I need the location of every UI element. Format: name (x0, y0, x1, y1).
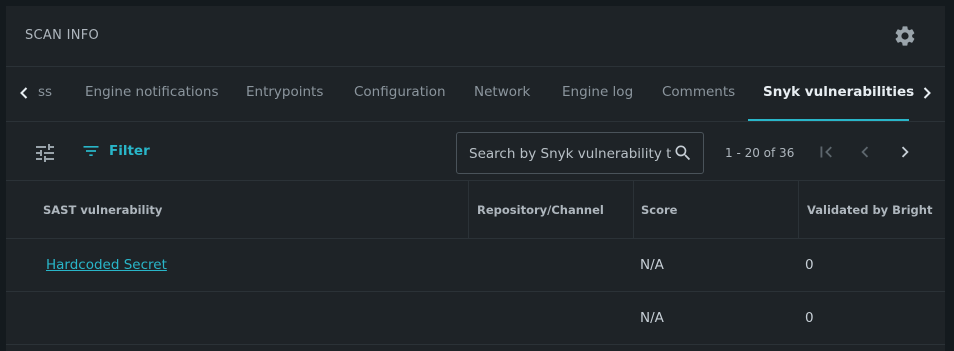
tune-icon[interactable] (33, 141, 57, 165)
score-cell: N/A (640, 257, 664, 273)
tab-entrypoints[interactable]: Entrypoints (246, 66, 323, 121)
toolbar: Filter 1 - 20 of 36 (6, 122, 945, 181)
scan-info-panel: SCAN INFO ss Engine notifications Entryp… (6, 6, 945, 351)
column-divider (798, 181, 799, 238)
filter-button[interactable]: Filter (81, 138, 150, 164)
vulnerability-link[interactable]: Hardcoded Secret (46, 257, 167, 273)
column-header-validated[interactable]: Validated by Bright (807, 181, 932, 238)
pagination-range: 1 - 20 of 36 (725, 146, 795, 160)
table-row[interactable]: N/A 0 (6, 292, 945, 345)
validated-cell: 0 (805, 257, 814, 273)
panel-header: SCAN INFO (6, 6, 945, 67)
search-field[interactable] (456, 132, 704, 175)
next-page-icon[interactable] (894, 141, 916, 163)
column-header-repository[interactable]: Repository/Channel (477, 181, 604, 238)
previous-page-icon[interactable] (854, 141, 876, 163)
tab-engine-notifications[interactable]: Engine notifications (85, 66, 219, 121)
vulnerability-cell: Hardcoded Secret (46, 239, 167, 291)
filter-icon (83, 146, 99, 156)
tab-network[interactable]: Network (474, 66, 530, 121)
gear-icon[interactable] (893, 24, 917, 48)
column-header-sast-vulnerability[interactable]: SAST vulnerability (43, 181, 162, 238)
column-divider (468, 181, 469, 238)
tab-configuration[interactable]: Configuration (354, 66, 446, 121)
tab-snyk-vulnerabilities[interactable]: Snyk vulnerabilities (763, 66, 914, 121)
column-header-score[interactable]: Score (641, 181, 677, 238)
tab-bar: ss Engine notifications Entrypoints Conf… (6, 66, 945, 122)
panel-title: SCAN INFO (25, 28, 100, 43)
validated-cell: 0 (805, 310, 814, 326)
tab-partial[interactable]: ss (38, 66, 52, 121)
chevron-left-icon[interactable] (14, 83, 34, 103)
tab-engine-log[interactable]: Engine log (562, 66, 633, 121)
score-cell: N/A (640, 310, 664, 326)
tab-comments[interactable]: Comments (662, 66, 735, 121)
first-page-icon[interactable] (815, 141, 837, 163)
chevron-right-icon[interactable] (917, 83, 937, 103)
filter-label: Filter (109, 143, 150, 159)
table-row[interactable]: Hardcoded Secret N/A 0 (6, 239, 945, 292)
search-icon[interactable] (673, 143, 693, 163)
search-input[interactable] (467, 133, 673, 175)
table-header: SAST vulnerability Repository/Channel Sc… (6, 181, 945, 239)
column-divider (633, 181, 634, 238)
active-tab-indicator (748, 119, 909, 121)
